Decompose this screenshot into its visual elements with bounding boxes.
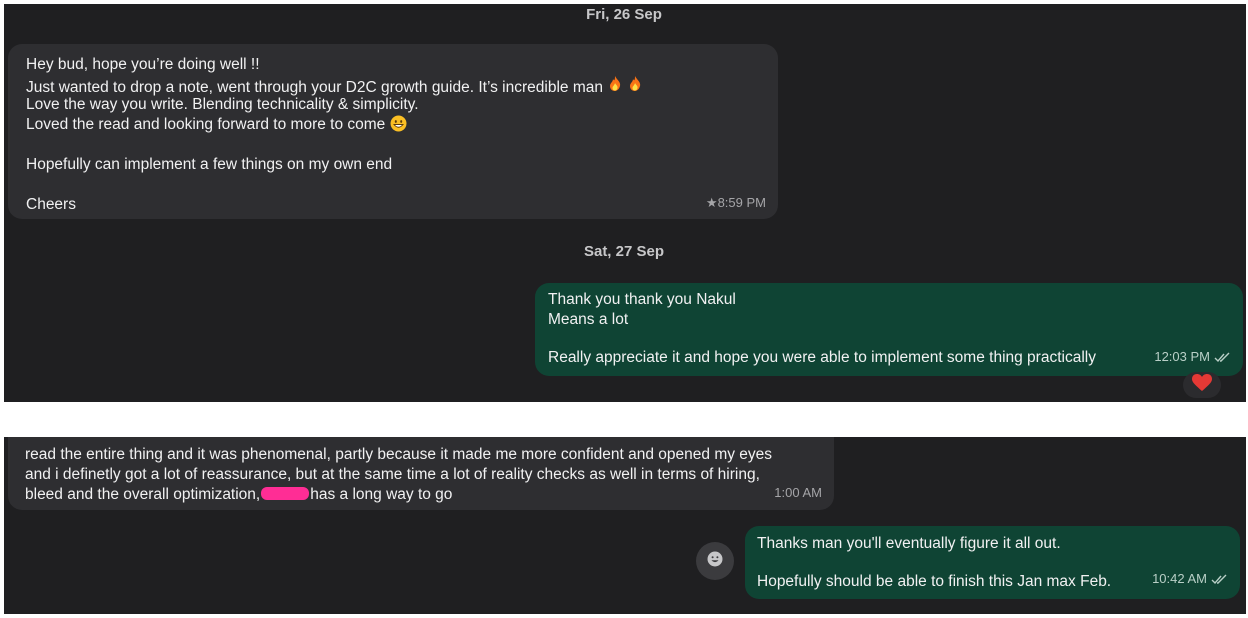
fire-emoji-icon [627, 76, 643, 96]
message-timestamp: 1:00 AM [774, 485, 822, 500]
outgoing-message-bubble[interactable]: Thank you thank you Nakul Means a lot Re… [535, 283, 1243, 376]
message-line [26, 175, 764, 195]
message-line: read the entire thing and it was phenome… [25, 446, 773, 463]
message-line: Loved the read and looking forward to mo… [26, 115, 764, 135]
message-timestamp: ★8:59 PM [705, 195, 766, 210]
incoming-message-bubble[interactable]: Hey bud, hope you’re doing well !! Just … [8, 44, 778, 219]
double-check-icon [1214, 349, 1231, 369]
redaction-mark [261, 487, 310, 500]
message-line: Just wanted to drop a note, went through… [26, 75, 764, 96]
red-heart-icon [1192, 373, 1212, 397]
message-line [548, 330, 1229, 348]
message-line: Thanks man you'll eventually figure it a… [757, 535, 1061, 552]
message-timestamp: 10:42 AM [1152, 569, 1228, 591]
star-icon: ★ [705, 195, 718, 210]
message-line: Thank you thank you Nakul [548, 291, 736, 308]
message-line: bleed and the overall optimization, has a… [25, 486, 453, 503]
message-line: Hopefully can implement a few things on … [26, 156, 393, 173]
message-line: Love the way you write. Blending technic… [26, 96, 419, 113]
message-line: Hey bud, hope you’re doing well !! [26, 56, 260, 73]
message-line: Cheers [26, 196, 76, 213]
message-line: Means a lot [548, 311, 629, 328]
date-separator: Sat, 27 Sep [583, 243, 665, 260]
emoji-reaction-button[interactable] [696, 542, 734, 580]
double-check-icon [1211, 571, 1228, 591]
message-reaction[interactable] [1183, 372, 1221, 398]
date-separator: Fri, 26 Sep [586, 6, 662, 23]
grinning-face-emoji-icon [390, 115, 407, 133]
message-line: and i definetly got a lot of reassurance… [25, 466, 760, 483]
smiley-icon [707, 551, 723, 572]
chat-panel-bottom: read the entire thing and it was phenome… [4, 437, 1246, 614]
fire-emoji-icon [607, 76, 623, 96]
chat-panel-top: Fri, 26 Sep Hey bud, hope you’re doing w… [4, 4, 1246, 402]
message-line: Really appreciate it and hope you were a… [548, 349, 1096, 366]
message-line [26, 135, 764, 155]
message-timestamp: 12:03 PM [1154, 347, 1231, 369]
outgoing-message-bubble[interactable]: Thanks man you'll eventually figure it a… [745, 526, 1240, 599]
incoming-message-bubble[interactable]: read the entire thing and it was phenome… [8, 437, 834, 510]
